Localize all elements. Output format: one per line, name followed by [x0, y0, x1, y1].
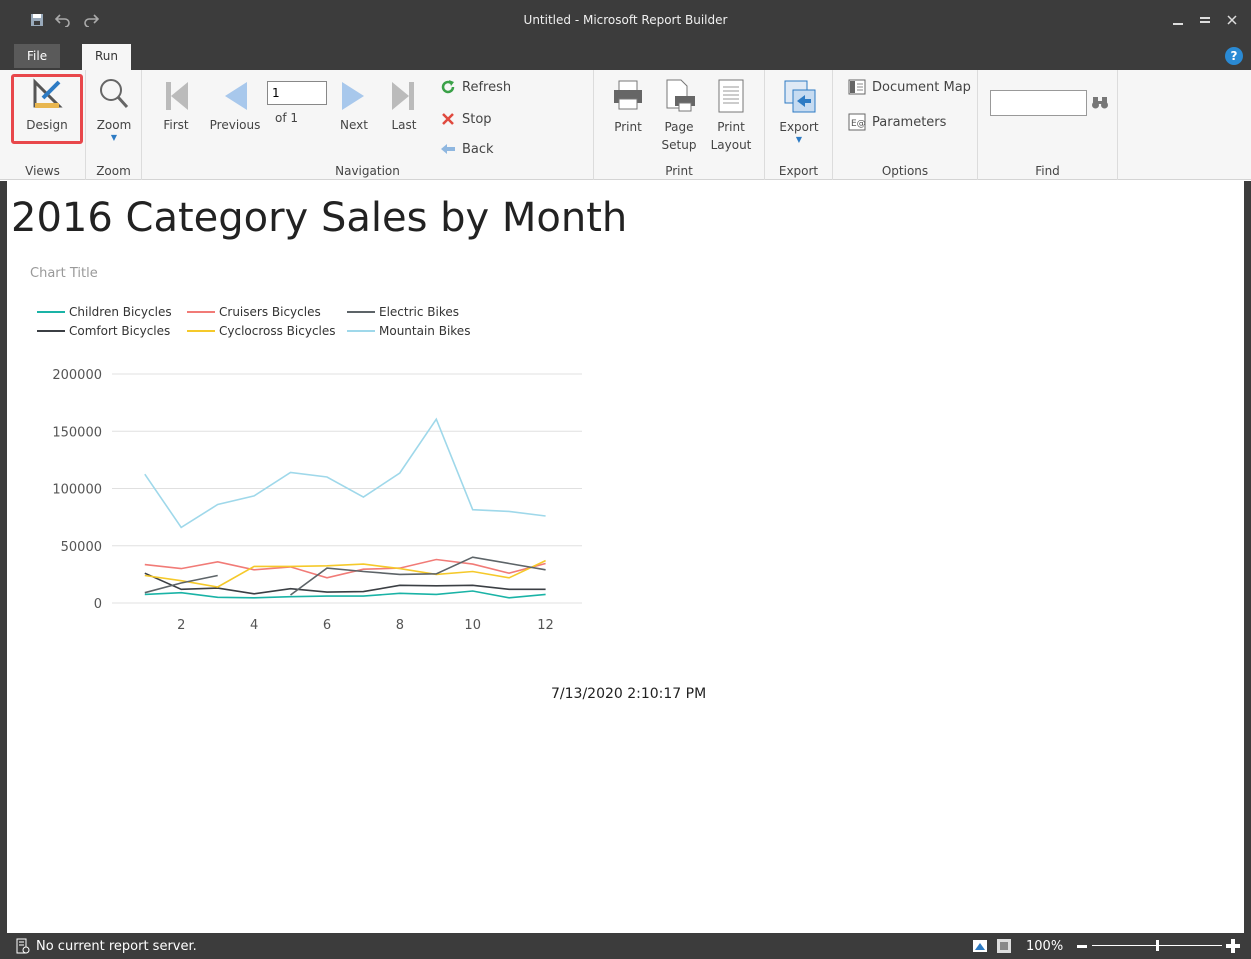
design-highlight [11, 74, 83, 144]
zoom-button[interactable]: Zoom ▼ [90, 76, 138, 142]
parameters-icon: E@ [848, 113, 866, 131]
tab-file[interactable]: File [14, 44, 61, 68]
document-map-icon [848, 79, 866, 95]
find-binoculars-icon[interactable] [1091, 96, 1109, 114]
export-button[interactable]: Export ▼ [775, 78, 823, 144]
group-label-find: Find [1035, 164, 1060, 178]
y-tick-label: 200000 [52, 368, 102, 383]
y-tick-label: 150000 [52, 425, 102, 440]
legend-label: Electric Bikes [379, 305, 459, 319]
page-setup-button[interactable]: Page Setup [654, 78, 704, 154]
first-page-button[interactable]: First [154, 80, 198, 134]
views-group: Design Views [0, 70, 86, 180]
first-page-icon [166, 82, 188, 110]
magnifier-icon [100, 79, 129, 109]
legend-label: Cyclocross Bicycles [219, 324, 336, 338]
zoom-out-button[interactable] [1076, 939, 1088, 957]
series-line [144, 572, 546, 595]
ribbon-tabs: File Run ? [0, 42, 1251, 71]
legend-label: Comfort Bicycles [69, 324, 170, 338]
last-page-icon [392, 82, 414, 110]
server-icon [15, 938, 31, 958]
previous-page-button[interactable]: Previous [206, 80, 264, 134]
status-text: No current report server. [36, 939, 197, 954]
page-view-icon[interactable] [972, 938, 988, 958]
x-tick-label: 6 [323, 618, 331, 633]
group-label-zoom: Zoom [96, 164, 131, 178]
find-input[interactable] [990, 90, 1087, 116]
refresh-icon [441, 80, 455, 94]
back-arrow-icon [441, 144, 455, 154]
chart-title: Chart Title [30, 266, 98, 281]
find-group: Find [978, 70, 1118, 180]
print-group: Print Page Setup Print Layout Print [594, 70, 765, 180]
stop-icon [442, 113, 454, 125]
print-button[interactable]: Print [606, 78, 650, 136]
help-icon[interactable]: ? [1225, 47, 1243, 65]
x-tick-label: 10 [464, 618, 481, 633]
x-tick-label: 2 [177, 618, 185, 633]
next-icon [342, 82, 364, 110]
legend-label: Children Bicycles [69, 305, 172, 319]
chevron-down-icon: ▼ [795, 135, 803, 144]
previous-icon [225, 82, 247, 110]
execution-timestamp: 7/13/2020 2:10:17 PM [551, 686, 707, 702]
status-bar: No current report server. 100% [0, 933, 1251, 959]
export-icon [784, 80, 816, 113]
page-number-input[interactable] [267, 81, 327, 105]
print-layout-icon [718, 79, 744, 113]
group-label-navigation: Navigation [335, 164, 400, 178]
series-line [144, 417, 546, 529]
title-bar: Untitled - Microsoft Report Builder [0, 0, 1251, 42]
window-title: Untitled - Microsoft Report Builder [523, 13, 728, 27]
group-label-options: Options [881, 164, 929, 178]
legend-label: Mountain Bikes [379, 324, 470, 338]
y-tick-label: 100000 [52, 483, 102, 498]
x-tick-label: 12 [537, 618, 554, 633]
parameters-button[interactable]: E@ Parameters [848, 113, 946, 131]
export-group: Export ▼ Export [765, 70, 833, 180]
group-label-views: Views [25, 164, 60, 178]
ribbon: Design Views Zoom ▼ Zoom First Previous … [0, 70, 1251, 180]
page-count-label: of 1 [275, 111, 299, 125]
print-preview-icon[interactable] [996, 938, 1012, 958]
legend-label: Cruisers Bicycles [219, 305, 321, 319]
zoom-slider-thumb[interactable] [1156, 940, 1159, 951]
last-page-button[interactable]: Last [384, 80, 424, 134]
y-tick-label: 0 [94, 597, 102, 612]
series-line [144, 558, 546, 579]
print-layout-button[interactable]: Print Layout [706, 78, 756, 154]
zoom-in-button[interactable] [1226, 939, 1240, 957]
zoom-level: 100% [1026, 939, 1064, 954]
x-tick-label: 8 [396, 618, 404, 633]
tab-run[interactable]: Run [82, 44, 132, 71]
y-tick-label: 50000 [61, 540, 102, 555]
printer-icon [614, 80, 642, 110]
group-label-print: Print [665, 164, 693, 178]
refresh-button[interactable]: Refresh [440, 79, 511, 95]
next-page-button[interactable]: Next [334, 80, 374, 134]
report-viewer: 2016 Category Sales by Month Chart Title… [0, 181, 1251, 933]
back-button[interactable]: Back [440, 141, 494, 157]
page-setup-icon [666, 79, 695, 112]
navigation-group: First Previous of 1 Next Last Refresh St… [142, 70, 594, 180]
options-group: Document Map E@ Parameters Options [833, 70, 978, 180]
svg-text:E@: E@ [851, 119, 866, 129]
x-tick-label: 4 [250, 618, 258, 633]
maximize-button[interactable] [1197, 14, 1213, 28]
chevron-down-icon: ▼ [110, 133, 118, 142]
stop-button[interactable]: Stop [440, 111, 492, 127]
close-button[interactable] [1224, 14, 1240, 28]
minimize-button[interactable] [1170, 14, 1186, 28]
report-title: 2016 Category Sales by Month [11, 195, 628, 241]
document-map-button[interactable]: Document Map [848, 79, 971, 95]
line-chart: Children Bicycles Comfort Bicycles Cruiser… [37, 305, 582, 633]
group-label-export: Export [778, 164, 819, 178]
zoom-group: Zoom ▼ Zoom [86, 70, 142, 180]
